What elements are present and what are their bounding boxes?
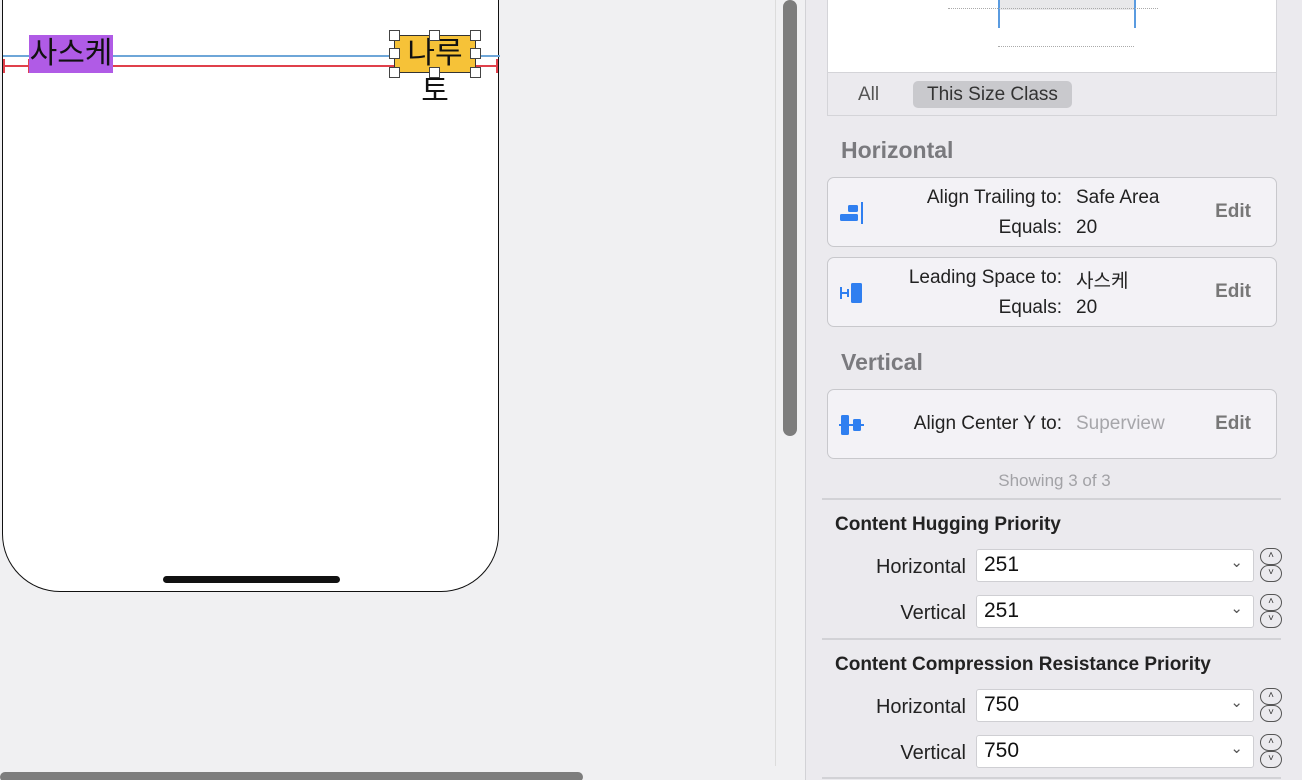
align-center-y-icon: [839, 415, 864, 435]
device-frame: 사스케 나루토: [2, 0, 500, 592]
select-value: 750: [984, 739, 1020, 762]
showing-count: Showing 3 of 3: [998, 471, 1111, 490]
constraint-constant: 20: [1076, 297, 1098, 318]
preview-guide: [1134, 0, 1136, 28]
leading-constraint-line[interactable]: [3, 65, 29, 67]
stepper-up-icon[interactable]: ˄: [1260, 734, 1282, 751]
select-value: 750: [984, 693, 1020, 716]
spacing-constraint-line[interactable]: [113, 65, 394, 67]
stepper-down-icon[interactable]: ˅: [1260, 565, 1282, 582]
stepper-up-icon[interactable]: ˄: [1260, 594, 1282, 611]
stepper-up-icon[interactable]: ˄: [1260, 548, 1282, 565]
canvas-divider: [775, 0, 776, 766]
size-class-selector: All This Size Class: [828, 72, 1276, 115]
size-inspector: All This Size Class Horizontal Align Tra…: [805, 0, 1302, 780]
compression-horizontal-stepper[interactable]: ˄ ˅: [1260, 688, 1282, 722]
resize-handle[interactable]: [429, 67, 440, 78]
segment-this-size-class[interactable]: This Size Class: [913, 81, 1072, 108]
edit-button[interactable]: Edit: [1215, 281, 1251, 303]
hugging-vertical-stepper[interactable]: ˄ ˅: [1260, 594, 1282, 628]
edit-button[interactable]: Edit: [1215, 201, 1251, 223]
compression-horizontal-label: Horizontal: [875, 696, 966, 718]
hugging-horizontal-stepper[interactable]: ˄ ˅: [1260, 548, 1282, 582]
select-value: 251: [984, 599, 1020, 622]
chevron-down-icon: ⌄: [1230, 600, 1243, 617]
storyboard-canvas[interactable]: 사스케 나루토: [0, 0, 776, 780]
resize-handle[interactable]: [470, 67, 481, 78]
resize-handle[interactable]: [429, 30, 440, 41]
chevron-down-icon: ⌄: [1230, 694, 1243, 711]
constraint-target: Superview: [1076, 413, 1165, 434]
divider: [822, 777, 1281, 779]
resize-handle[interactable]: [470, 48, 481, 59]
constraint-key: Align Center Y to:: [913, 413, 1062, 434]
section-horizontal: Horizontal: [841, 137, 954, 163]
stepper-down-icon[interactable]: ˅: [1260, 751, 1282, 768]
resize-handle[interactable]: [389, 30, 400, 41]
stepper-up-icon[interactable]: ˄: [1260, 688, 1282, 705]
home-indicator: [163, 576, 340, 583]
constraint-key: Leading Space to:: [908, 267, 1062, 288]
constraint-key: Equals:: [998, 217, 1062, 238]
constraint-cap: [496, 59, 498, 73]
divider: [822, 498, 1281, 500]
compression-vertical-label: Vertical: [900, 742, 966, 764]
select-value: 251: [984, 553, 1020, 576]
chevron-down-icon: ⌄: [1230, 554, 1243, 571]
hugging-horizontal-select[interactable]: 251 ⌄: [976, 549, 1254, 582]
constraint-key: Align Trailing to:: [926, 187, 1062, 208]
section-vertical: Vertical: [841, 349, 923, 375]
edit-button[interactable]: Edit: [1215, 413, 1251, 435]
resize-handle[interactable]: [470, 30, 481, 41]
constraint-constant: 20: [1076, 217, 1098, 238]
segment-all[interactable]: All: [844, 81, 893, 108]
label-sasuke[interactable]: 사스케: [29, 35, 113, 73]
vertical-scrollbar-thumb[interactable]: [783, 0, 797, 436]
resize-handle[interactable]: [389, 67, 400, 78]
align-trailing-icon: [840, 202, 863, 224]
constraint-target: 사스케: [1076, 270, 1129, 292]
constraint-target: Safe Area: [1076, 187, 1160, 208]
horizontal-scrollbar-thumb[interactable]: [0, 772, 583, 780]
preview-dotted-line: [998, 46, 1134, 47]
preview-dotted-line: [948, 8, 1158, 9]
constraint-cap: [3, 59, 5, 73]
resize-handle[interactable]: [389, 48, 400, 59]
constraint-row-align-center-y[interactable]: Align Center Y to: Superview Edit: [827, 389, 1277, 459]
chevron-down-icon: ⌄: [1230, 740, 1243, 757]
hugging-vertical-label: Vertical: [900, 602, 966, 624]
leading-space-icon: [840, 283, 862, 303]
constraint-preview: All This Size Class: [827, 0, 1277, 116]
compression-vertical-select[interactable]: 750 ⌄: [976, 735, 1254, 768]
constraint-key: Equals:: [998, 297, 1062, 318]
constraint-row-leading-space[interactable]: Leading Space to: 사스케 Equals: 20 Edit: [827, 257, 1277, 327]
compression-priority-title: Content Compression Resistance Priority: [835, 654, 1211, 675]
stepper-down-icon[interactable]: ˅: [1260, 611, 1282, 628]
hugging-priority-title: Content Hugging Priority: [835, 514, 1061, 535]
hugging-vertical-select[interactable]: 251 ⌄: [976, 595, 1254, 628]
constraint-row-align-trailing[interactable]: Align Trailing to: Safe Area Equals: 20 …: [827, 177, 1277, 247]
stepper-down-icon[interactable]: ˅: [1260, 705, 1282, 722]
hugging-horizontal-label: Horizontal: [875, 556, 966, 578]
compression-horizontal-select[interactable]: 750 ⌄: [976, 689, 1254, 722]
divider: [822, 638, 1281, 640]
compression-vertical-stepper[interactable]: ˄ ˅: [1260, 734, 1282, 768]
